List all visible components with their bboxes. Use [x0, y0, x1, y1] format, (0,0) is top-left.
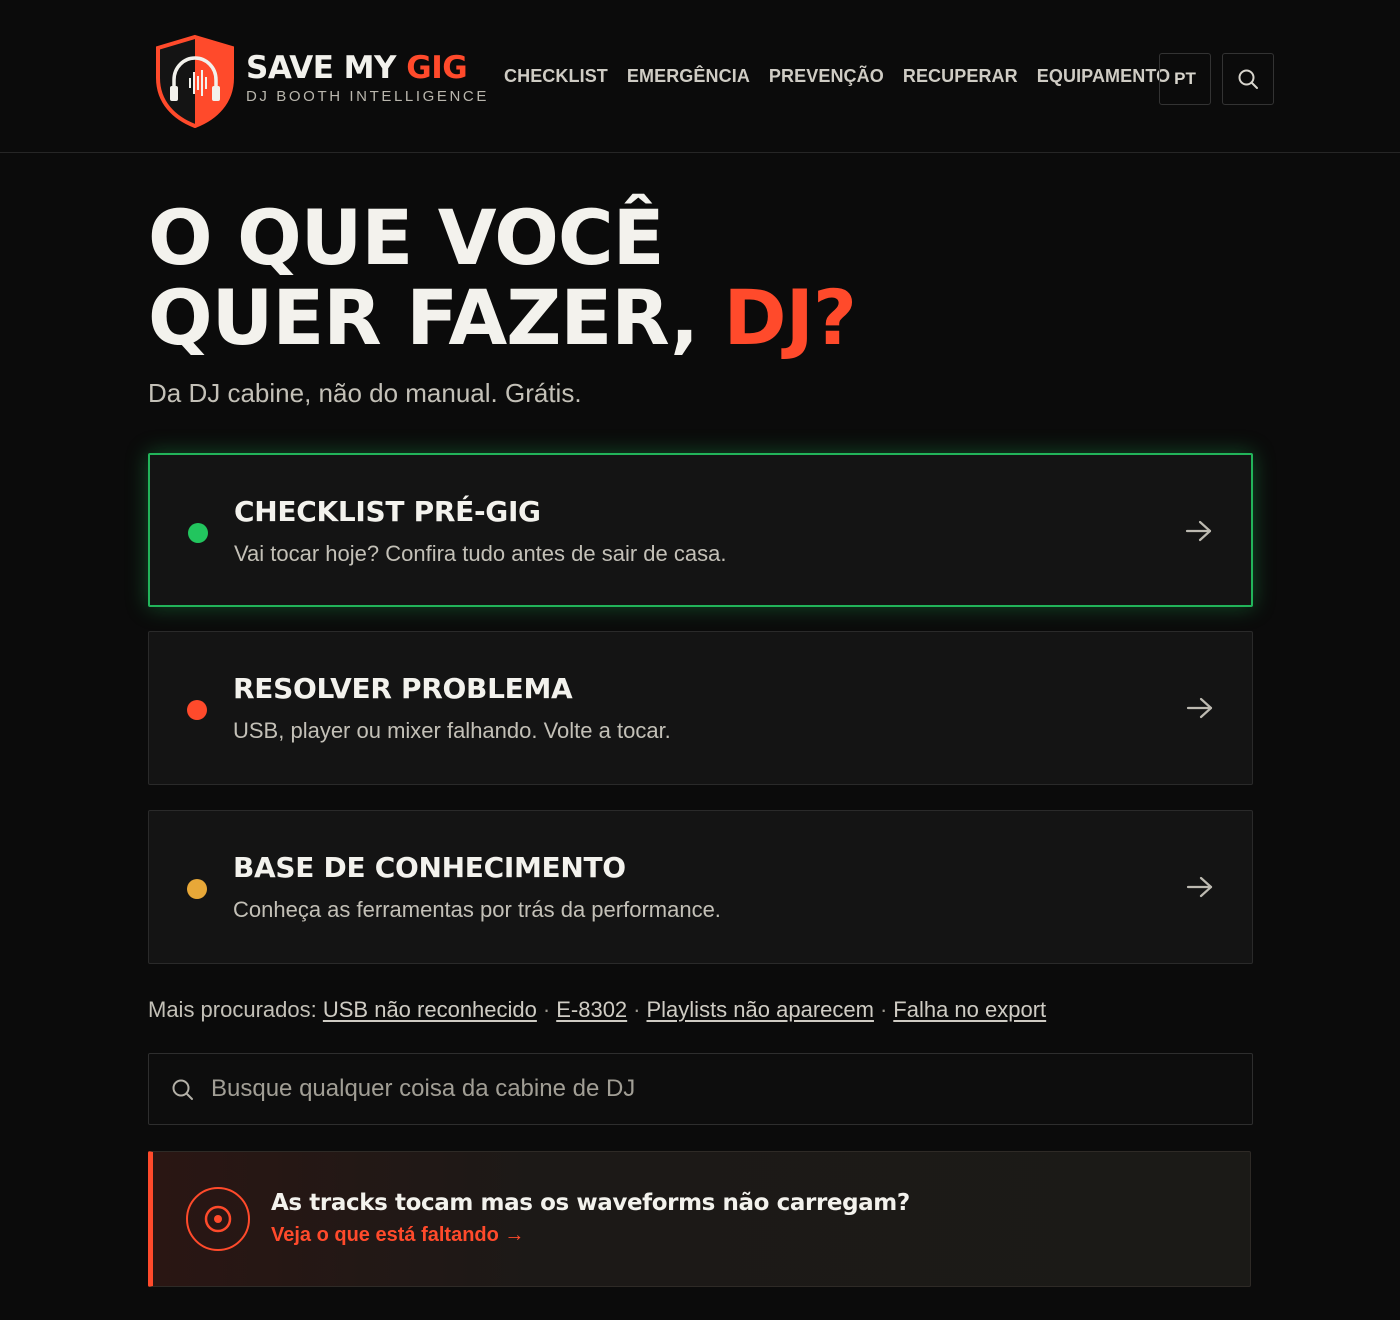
nav-equipamento[interactable]: EQUIPAMENTO — [1037, 66, 1170, 87]
search-icon — [1238, 69, 1258, 89]
popular-label: Mais procurados: — [148, 997, 323, 1022]
arrow-right-icon — [1186, 876, 1213, 898]
status-dot — [187, 879, 207, 899]
title-line-2: QUER FAZER, — [148, 273, 724, 362]
waveform-alert-banner: As tracks tocam mas os waveforms não car… — [148, 1151, 1251, 1287]
page-title: O QUE VOCÊ QUER FAZER, DJ? — [148, 198, 1148, 358]
card-description: USB, player ou mixer falhando. Volte a t… — [233, 718, 671, 743]
card-resolver-problema[interactable]: RESOLVER PROBLEMA USB, player ou mixer f… — [148, 631, 1253, 785]
nav-prevencao[interactable]: PREVENÇÃO — [769, 66, 884, 87]
page-subtitle: Da DJ cabine, não do manual. Grátis. — [148, 378, 582, 408]
card-base-de-conhecimento[interactable]: BASE DE CONHECIMENTO Conheça as ferramen… — [148, 810, 1253, 964]
brand-name: SAVE MY GIG — [246, 50, 468, 86]
site-header: SAVE MY GIG DJ BOOTH INTELLIGENCE CHECKL… — [0, 0, 1400, 153]
popular-link-export[interactable]: Falha no export — [893, 997, 1046, 1022]
popular-link-usb[interactable]: USB não reconhecido — [323, 997, 537, 1022]
card-description: Vai tocar hoje? Confira tudo antes de sa… — [234, 541, 727, 566]
title-accent: DJ? — [723, 273, 857, 362]
brand-logo[interactable]: SAVE MY GIG DJ BOOTH INTELLIGENCE — [150, 30, 486, 130]
status-dot — [187, 700, 207, 720]
popular-link-e8302[interactable]: E-8302 — [556, 997, 627, 1022]
arrow-right-icon — [1185, 520, 1212, 542]
arrow-right-icon — [1186, 697, 1213, 719]
title-line-1: O QUE VOCÊ — [148, 193, 665, 282]
nav-emergencia[interactable]: EMERGÊNCIA — [627, 66, 750, 87]
nav-checklist[interactable]: CHECKLIST — [504, 66, 608, 87]
card-checklist-pre-gig[interactable]: CHECKLIST PRÉ-GIG Vai tocar hoje? Confir… — [148, 453, 1253, 607]
alert-title: As tracks tocam mas os waveforms não car… — [271, 1190, 910, 1216]
status-dot — [188, 523, 208, 543]
brand-tagline: DJ BOOTH INTELLIGENCE — [246, 88, 489, 105]
search-button[interactable] — [1222, 53, 1274, 105]
shield-logo-icon — [156, 34, 234, 128]
search-input[interactable] — [211, 1054, 1231, 1124]
main-nav: CHECKLIST EMERGÊNCIA PREVENÇÃO RECUPERAR… — [504, 66, 1170, 87]
search-box — [148, 1053, 1253, 1125]
alert-link[interactable]: Veja o que está faltando → — [271, 1224, 524, 1247]
language-button[interactable]: PT — [1159, 53, 1211, 105]
vinyl-record-icon — [186, 1187, 250, 1251]
card-title: BASE DE CONHECIMENTO — [233, 851, 626, 884]
popular-link-playlists[interactable]: Playlists não aparecem — [647, 997, 874, 1022]
search-icon — [172, 1079, 193, 1100]
card-title: RESOLVER PROBLEMA — [233, 672, 573, 705]
card-description: Conheça as ferramentas por trás da perfo… — [233, 897, 721, 922]
popular-searches: Mais procurados: USB não reconhecido · E-8… — [148, 997, 1047, 1022]
nav-recuperar[interactable]: RECUPERAR — [903, 66, 1018, 87]
card-title: CHECKLIST PRÉ-GIG — [234, 495, 541, 528]
